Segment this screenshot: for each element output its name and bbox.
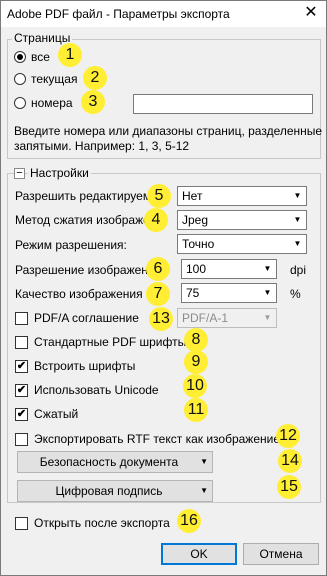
ok-button[interactable]: OK <box>161 543 237 565</box>
signature-button-label: Цифровая подпись <box>55 484 163 498</box>
settings-collapse-icon[interactable]: − <box>14 168 25 179</box>
resolution-mode-label: Режим разрешения: <box>15 238 127 252</box>
pages-hint-line2: запятыми. Например: 1, 3, 5-12 <box>14 139 190 153</box>
pages-all-label[interactable]: все <box>31 50 50 64</box>
image-resolution-value: 100 <box>186 262 207 276</box>
pages-current-label[interactable]: текущая <box>31 72 77 86</box>
annotation-badge: 8 <box>184 328 208 352</box>
pages-numbers-input[interactable] <box>133 94 313 114</box>
annotation-badge: 2 <box>83 66 107 90</box>
image-resolution-label: Разрешение изображения <box>15 263 162 277</box>
title-bar: Adobe PDF файл - Параметры экспорта ✕ <box>1 1 326 27</box>
annotation-badge: 15 <box>277 475 301 499</box>
embed-fonts-checkbox[interactable]: ✔ <box>15 360 28 373</box>
close-icon[interactable]: ✕ <box>296 1 326 26</box>
security-button[interactable]: Безопасность документа ▼ <box>17 451 213 473</box>
allow-edit-combo[interactable]: Нет ▼ <box>177 186 307 206</box>
std-fonts-checkbox[interactable] <box>15 336 28 349</box>
chevron-down-icon: ▼ <box>263 313 272 322</box>
image-quality-label: Качество изображения <box>15 287 143 301</box>
compressed-checkbox[interactable]: ✔ <box>15 408 28 421</box>
annotation-badge: 6 <box>146 257 170 281</box>
rtf-checkbox[interactable] <box>15 433 28 446</box>
pages-all-radio[interactable] <box>14 51 26 63</box>
pdfa-combo[interactable]: PDF/A-1 ▼ <box>177 308 277 328</box>
annotation-badge: 13 <box>149 307 173 331</box>
annotation-badge: 14 <box>278 449 302 473</box>
chevron-down-icon: ▼ <box>293 215 302 224</box>
chevron-down-icon: ▼ <box>263 288 272 297</box>
std-fonts-label[interactable]: Стандартные PDF шрифты <box>34 335 186 349</box>
image-resolution-unit: dpi <box>290 263 307 277</box>
export-dialog: Adobe PDF файл - Параметры экспорта ✕ Ст… <box>0 0 327 576</box>
compression-label: Метод сжатия изображени <box>15 213 164 227</box>
image-resolution-combo[interactable]: 100 ▼ <box>181 259 277 279</box>
open-after-checkbox[interactable] <box>15 517 28 530</box>
image-quality-value: 75 <box>186 286 200 300</box>
annotation-badge: 11 <box>184 398 208 422</box>
dropdown-arrow-icon: ▼ <box>200 457 208 466</box>
unicode-checkbox[interactable]: ✔ <box>15 384 28 397</box>
compression-combo[interactable]: Jpeg ▼ <box>177 210 307 230</box>
compression-value: Jpeg <box>182 213 209 227</box>
annotation-badge: 3 <box>81 90 105 114</box>
compressed-label[interactable]: Сжатый <box>34 407 78 421</box>
pages-hint-line1: Введите номера или диапазоны страниц, ра… <box>14 124 323 138</box>
annotation-badge: 10 <box>183 374 207 398</box>
open-after-label[interactable]: Открыть после экспорта <box>34 516 170 530</box>
unicode-label[interactable]: Использовать Unicode <box>34 383 159 397</box>
pdfa-label[interactable]: PDF/A соглашение <box>34 311 139 325</box>
annotation-badge: 1 <box>58 43 82 67</box>
signature-button[interactable]: Цифровая подпись ▼ <box>17 480 213 502</box>
annotation-badge: 7 <box>146 282 170 306</box>
embed-fonts-label[interactable]: Встроить шрифты <box>34 359 135 373</box>
pdfa-value: PDF/A-1 <box>182 311 229 325</box>
pages-group-caption: Страницы <box>12 31 73 45</box>
chevron-down-icon: ▼ <box>293 239 302 248</box>
pages-current-radio[interactable] <box>14 73 26 85</box>
chevron-down-icon: ▼ <box>263 264 272 273</box>
annotation-badge: 4 <box>144 208 168 232</box>
resolution-mode-combo[interactable]: Точно ▼ <box>177 234 307 254</box>
annotation-badge: 9 <box>184 350 208 374</box>
cancel-button[interactable]: Отмена <box>243 543 319 565</box>
dropdown-arrow-icon: ▼ <box>200 486 208 495</box>
rtf-label[interactable]: Экспортировать RTF текст как изображение <box>34 432 280 446</box>
annotation-badge: 12 <box>276 424 300 448</box>
resolution-mode-value: Точно <box>182 237 215 251</box>
pages-numbers-radio[interactable] <box>14 97 26 109</box>
allow-edit-value: Нет <box>182 189 203 203</box>
allow-edit-label: Разрешить редактируемые <box>15 189 167 203</box>
image-quality-combo[interactable]: 75 ▼ <box>181 283 277 303</box>
annotation-badge: 16 <box>177 509 201 533</box>
window-title: Adobe PDF файл - Параметры экспорта <box>7 7 230 21</box>
pdfa-checkbox[interactable] <box>15 312 28 325</box>
settings-group-caption: Настройки <box>28 166 91 180</box>
annotation-badge: 5 <box>147 184 171 208</box>
chevron-down-icon: ▼ <box>293 191 302 200</box>
security-button-label: Безопасность документа <box>39 455 179 469</box>
pages-numbers-label[interactable]: номера <box>31 96 73 110</box>
image-quality-unit: % <box>290 287 301 301</box>
